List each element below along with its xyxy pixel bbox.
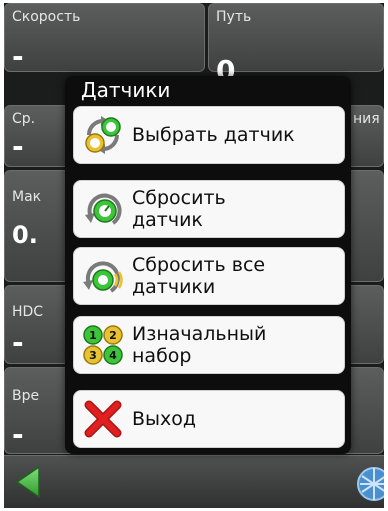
reset-all-sensors-icon: [80, 253, 126, 299]
back-button[interactable]: [6, 457, 50, 506]
reset-sensor-icon: [80, 186, 126, 232]
tile-hdop-value: -: [12, 326, 24, 359]
menu-item-default-set[interactable]: 1 2 3 4 Изначальный набор: [73, 316, 345, 374]
tile-max-label: Мак: [12, 189, 42, 205]
tile-hdop-label: HDC: [12, 304, 44, 320]
select-sensor-icon: [80, 112, 126, 158]
tile-avg-value: -: [12, 130, 24, 163]
back-arrow-icon: [15, 465, 40, 498]
close-icon: [80, 396, 126, 442]
menu-item-exit[interactable]: Выход: [73, 390, 345, 448]
menu-item-label: Выбрать датчик: [132, 124, 295, 146]
menu-item-reset-sensor[interactable]: Сбросить датчик: [73, 180, 345, 238]
tile-speed[interactable]: Скорость -: [4, 3, 205, 73]
tile-path[interactable]: Путь 0: [208, 3, 384, 87]
svg-text:2: 2: [109, 329, 117, 342]
svg-text:4: 4: [109, 349, 117, 362]
menu-item-reset-all-sensors[interactable]: Сбросить все датчики: [73, 247, 345, 305]
tile-right2-label: ния: [353, 111, 380, 127]
tile-time-label: Вре: [12, 388, 40, 404]
screen: Скорость - Путь 0 Ср. - ния Мак 0. HDC -…: [4, 3, 384, 508]
tile-max-value: 0.: [12, 221, 38, 249]
popup-title: Датчики: [81, 78, 171, 102]
default-set-icon: 1 2 3 4: [80, 322, 126, 368]
menu-item-label: Изначальный набор: [132, 323, 267, 367]
sensors-popup: Датчики Выбрать датчик Сбросить датчик С…: [65, 76, 351, 454]
menu-item-label: Выход: [132, 408, 197, 430]
svg-text:3: 3: [89, 349, 97, 362]
menu-item-label: Сбросить датчик: [132, 187, 226, 231]
menu-item-label: Сбросить все датчики: [132, 254, 266, 298]
tile-speed-value: -: [12, 40, 24, 73]
menu-item-select-sensor[interactable]: Выбрать датчик: [73, 106, 345, 164]
tile-path-label: Путь: [216, 9, 252, 25]
tile-avg-label: Ср.: [12, 111, 36, 127]
globe-icon: [357, 466, 384, 501]
globe-button[interactable]: [344, 457, 384, 506]
tile-time-value: -: [12, 418, 24, 451]
bottom-bar: [4, 455, 384, 508]
tile-speed-label: Скорость: [12, 9, 81, 25]
svg-text:1: 1: [89, 329, 97, 342]
